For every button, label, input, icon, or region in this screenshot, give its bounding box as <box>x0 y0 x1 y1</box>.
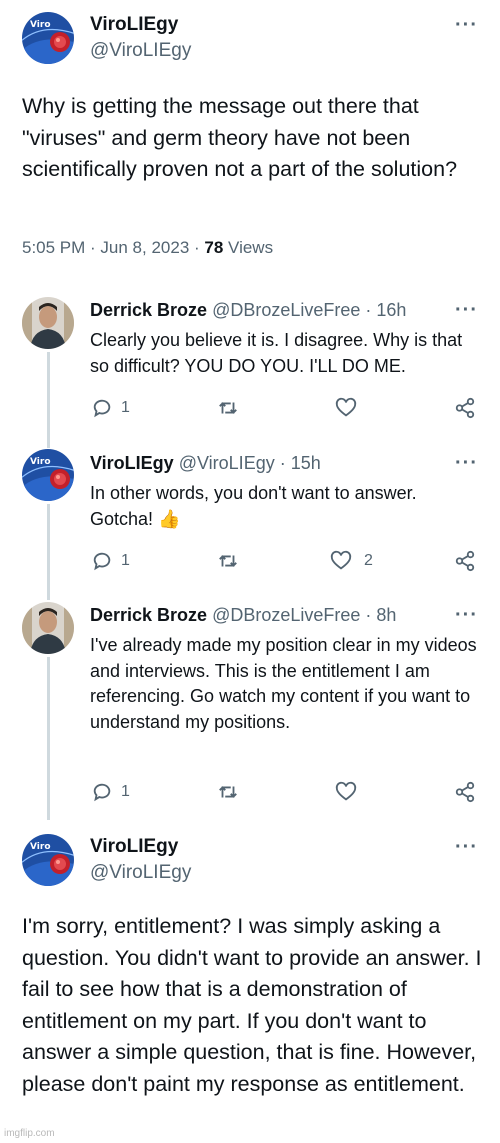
reply-author-name[interactable]: Derrick Broze <box>90 605 207 625</box>
heart-icon <box>335 397 357 417</box>
share-icon <box>455 781 475 803</box>
imgflip-watermark: imgflip.com <box>4 1128 55 1139</box>
reply-author-name[interactable]: ViroLIEgy <box>90 453 174 473</box>
like-button[interactable] <box>335 781 365 803</box>
author-handle[interactable]: @ViroLIEgy <box>90 40 191 62</box>
views-count: 78 <box>204 238 224 257</box>
tweet-timestamp[interactable]: 5:05 PM · Jun 8, 2023 · <box>22 238 204 257</box>
reply-header: ViroLIEgy @ViroLIEgy · 15h <box>90 453 321 474</box>
like-button[interactable]: 2 <box>330 550 373 572</box>
author-name[interactable]: ViroLIEgy <box>90 14 178 36</box>
reply-text: Clearly you believe it is. I disagree. W… <box>90 330 463 376</box>
tweet-text: Why is getting the message out there tha… <box>22 94 458 181</box>
author-handle[interactable]: @ViroLIEgy <box>90 862 191 884</box>
reply-count: 1 <box>121 399 130 416</box>
like-button[interactable] <box>335 397 365 419</box>
reply-author-handle[interactable]: @DBrozeLiveFree · 8h <box>212 605 396 625</box>
retweet-icon <box>219 402 237 414</box>
avatar-virolieggy[interactable]: Viro <box>22 449 74 501</box>
thread-line <box>47 657 50 820</box>
share-button[interactable] <box>454 397 476 419</box>
retweet-icon <box>219 555 237 567</box>
views-label: Views <box>223 238 274 257</box>
retweet-icon <box>219 786 237 798</box>
thread-line <box>47 504 50 600</box>
more-dots-icon[interactable]: ··· <box>455 837 478 857</box>
retweet-button[interactable] <box>217 781 247 803</box>
reply-count: 1 <box>121 783 130 800</box>
heart-icon <box>330 550 352 570</box>
reply-button[interactable]: 1 <box>91 550 130 572</box>
svg-text:Viro: Viro <box>30 457 51 467</box>
retweet-button[interactable] <box>217 550 247 572</box>
reply-icon <box>93 399 111 418</box>
reply-author-handle[interactable]: @DBrozeLiveFree · 16h <box>212 300 406 320</box>
more-dots-icon[interactable]: ··· <box>455 605 478 625</box>
tweet-text: I'm sorry, entitlement? I was simply ask… <box>22 914 482 1096</box>
share-button[interactable] <box>454 550 476 572</box>
thread-line <box>47 352 50 448</box>
reply-text: In other words, you don't want to answer… <box>90 483 417 529</box>
avatar-virolieggy[interactable]: Viro <box>22 834 74 886</box>
like-count: 2 <box>364 552 373 569</box>
avatar-derrick-broze[interactable] <box>22 602 74 654</box>
more-dots-icon[interactable]: ··· <box>455 453 478 473</box>
reply-header: Derrick Broze @DBrozeLiveFree · 8h <box>90 605 396 626</box>
reply-count: 1 <box>121 552 130 569</box>
reply-header: Derrick Broze @DBrozeLiveFree · 16h <box>90 300 406 321</box>
reply-author-handle[interactable]: @ViroLIEgy · 15h <box>179 453 321 473</box>
heart-icon <box>335 781 357 801</box>
reply-button[interactable]: 1 <box>91 781 130 803</box>
avatar-virolieggy[interactable]: Viro <box>22 12 74 64</box>
reply-text: I've already made my position clear in m… <box>90 635 477 732</box>
share-icon <box>455 397 475 419</box>
retweet-button[interactable] <box>217 397 247 419</box>
share-button[interactable] <box>454 781 476 803</box>
share-icon <box>455 550 475 572</box>
avatar-derrick-broze[interactable] <box>22 297 74 349</box>
svg-text:Viro: Viro <box>30 842 51 852</box>
tweet-metadata: 5:05 PM · Jun 8, 2023 · 78 Views <box>22 238 273 258</box>
more-dots-icon[interactable]: ··· <box>455 15 478 35</box>
reply-author-name[interactable]: Derrick Broze <box>90 300 207 320</box>
reply-button[interactable]: 1 <box>91 397 130 419</box>
reply-icon <box>93 783 111 802</box>
author-name[interactable]: ViroLIEgy <box>90 836 178 858</box>
svg-text:Viro: Viro <box>30 20 51 30</box>
reply-icon <box>93 552 111 571</box>
more-dots-icon[interactable]: ··· <box>455 300 478 320</box>
